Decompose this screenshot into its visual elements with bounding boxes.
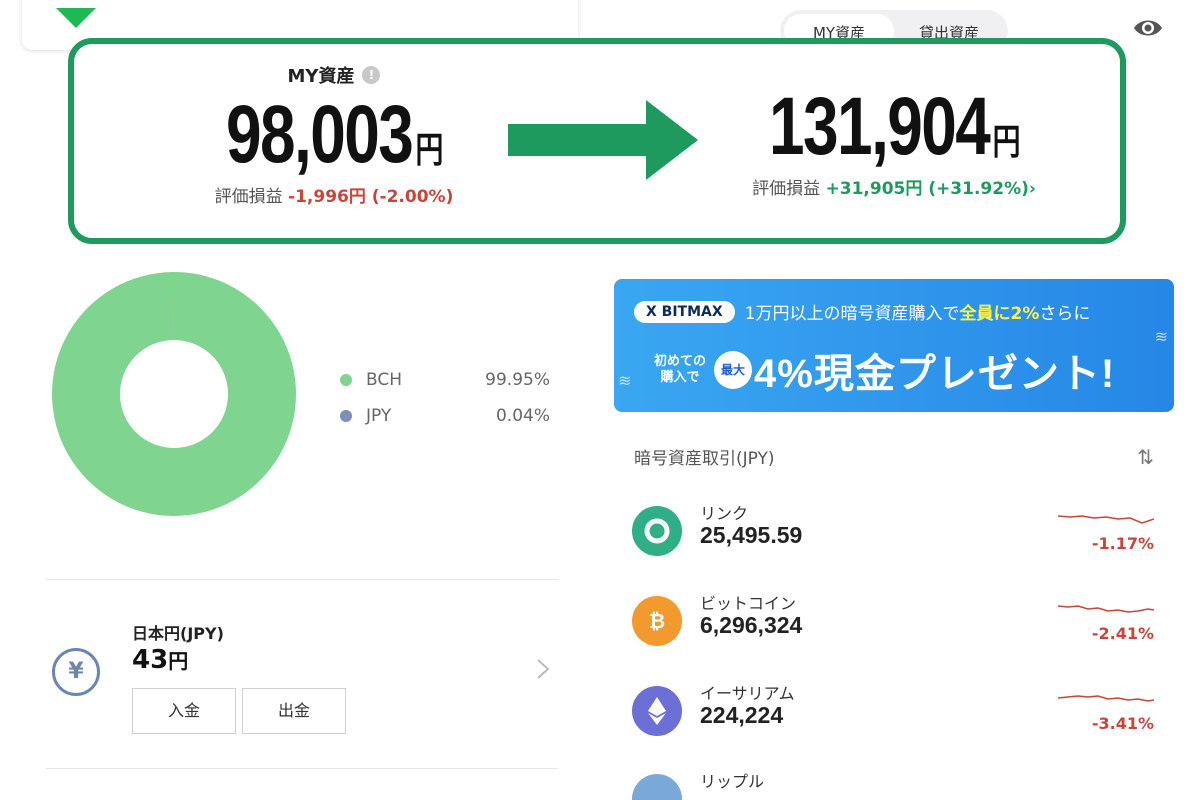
withdraw-button[interactable]: 出金: [242, 688, 346, 734]
bitcoin-icon: ₿: [632, 596, 682, 646]
ethereum-icon: [632, 686, 682, 736]
bitmax-logo: X BITMAX: [634, 300, 735, 323]
jpy-color-dot: [340, 410, 352, 422]
eye-icon[interactable]: [1132, 16, 1164, 40]
coin-row-link[interactable]: リンク 25,495.59 -1.17%: [632, 500, 1162, 562]
wave-decoration-icon: ≋: [618, 371, 632, 390]
asset-before: MY資産 ! 98,003円 評価損益 -1,996円 (-2.00%): [174, 62, 494, 207]
max-badge: 最大: [714, 351, 753, 389]
coin-price: 6,296,324: [700, 612, 803, 638]
profit-loss-after[interactable]: 評価損益 +31,905円 (+31.92%)›: [694, 174, 1094, 199]
profit-loss-value-before: -1,996円 (-2.00%): [288, 187, 454, 207]
coin-price: 224,224: [700, 702, 784, 728]
deposit-button[interactable]: 入金: [132, 688, 236, 734]
jpy-wallet-amount: 43円: [132, 645, 189, 675]
asset-amount-before: 98,003円: [226, 89, 443, 180]
profit-loss-before: 評価損益 -1,996円 (-2.00%): [214, 187, 454, 207]
info-icon[interactable]: !: [362, 66, 381, 84]
legend-item-bch: BCH 99.95%: [340, 362, 550, 398]
asset-comparison-highlight: MY資産 ! 98,003円 評価損益 -1,996円 (-2.00%) 131…: [68, 38, 1126, 244]
asset-after: 131,904円 評価損益 +31,905円 (+31.92%)›: [694, 80, 1094, 199]
yen-icon: ¥: [52, 648, 100, 696]
jpy-wallet-label: 日本円(JPY): [132, 624, 224, 643]
divider: [46, 768, 558, 769]
sparkline: [1058, 605, 1154, 613]
sparkline: [1058, 695, 1154, 702]
coin-price: 25,495.59: [700, 522, 803, 548]
legend-item-jpy: JPY 0.04%: [340, 398, 550, 434]
chevron-right-icon[interactable]: [536, 658, 550, 680]
coin-change: -3.41%: [1091, 714, 1154, 733]
coin-change: -1.17%: [1091, 534, 1154, 553]
chainlink-icon: [632, 506, 682, 556]
ripple-icon: [632, 774, 682, 800]
sort-icon[interactable]: ⇅: [1137, 445, 1154, 469]
coin-row-ripple[interactable]: リップル: [632, 768, 1162, 800]
banner-headline: 1万円以上の暗号資産購入で全員に2%さらに: [744, 304, 1091, 324]
chevron-right-icon: ›: [1028, 179, 1036, 199]
crypto-list-title: 暗号資産取引(JPY): [634, 449, 775, 469]
coin-name: ビットコイン: [700, 594, 797, 613]
coin-row-bitcoin[interactable]: ₿ ビットコイン 6,296,324 -2.41%: [632, 590, 1162, 652]
asset-amount-after: 131,904円: [769, 81, 1021, 172]
allocation-donut-chart: [51, 272, 296, 516]
first-purchase-label: 初めての 購入で: [654, 354, 707, 385]
coin-name: イーサリアム: [700, 684, 795, 703]
coin-name: リンク: [700, 504, 749, 523]
allocation-legend: BCH 99.95% JPY 0.04%: [340, 362, 550, 434]
sparkline: [1058, 515, 1154, 524]
promo-text: 4%現金プレゼント!: [754, 352, 1116, 396]
right-arrow-icon: [508, 100, 698, 180]
coin-row-ethereum[interactable]: イーサリアム 224,224 -3.41%: [632, 680, 1162, 742]
crypto-list-header: 暗号資産取引(JPY) ⇅: [634, 444, 1154, 470]
logo-icon: [56, 8, 96, 28]
wave-decoration-icon: ≋: [1154, 327, 1168, 346]
bitmax-promo-banner[interactable]: ≋ ≋ X BITMAX 1万円以上の暗号資産購入で全員に2%さらに 初めての …: [614, 279, 1174, 412]
my-assets-title: MY資産: [287, 66, 355, 87]
coin-name: リップル: [700, 772, 765, 791]
coin-change: -2.41%: [1091, 624, 1154, 643]
profit-loss-value-after: +31,905円 (+31.92%): [825, 179, 1029, 199]
divider: [46, 579, 558, 580]
bch-color-dot: [340, 374, 352, 386]
